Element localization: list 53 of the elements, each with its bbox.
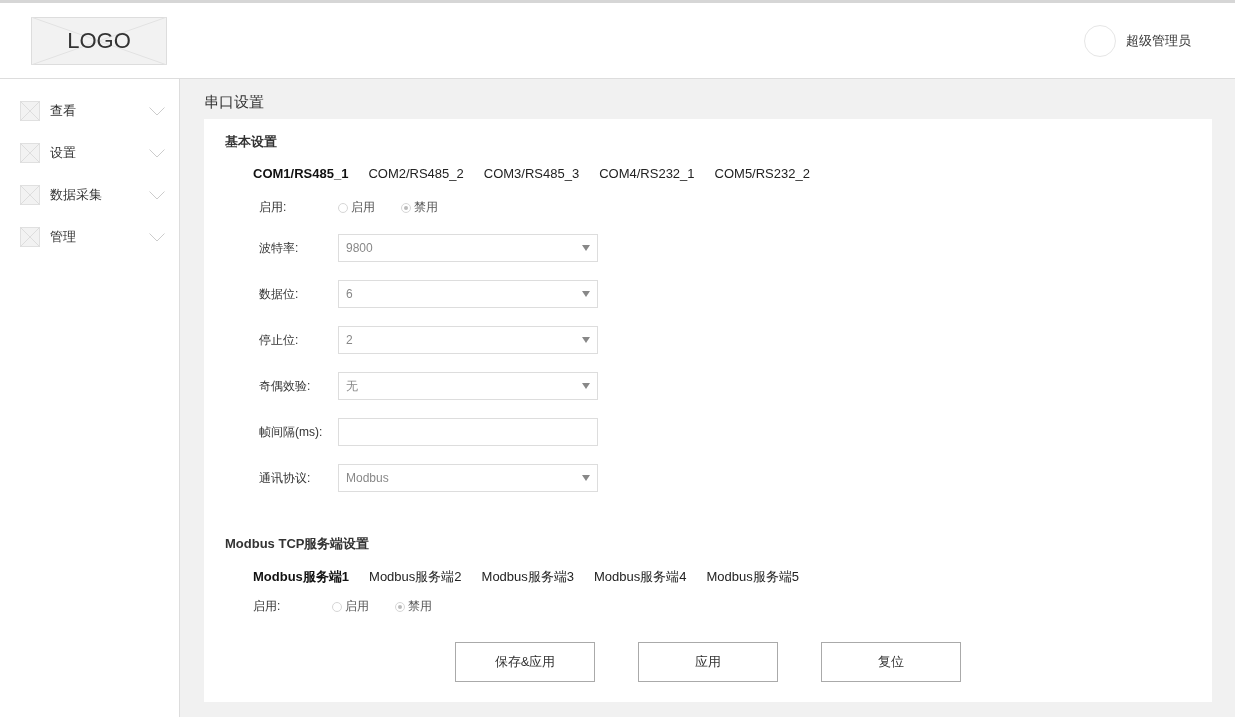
port-tab[interactable]: COM4/RS232_1: [599, 166, 695, 181]
chevron-down-icon: [149, 148, 165, 158]
page-title: 串口设置: [204, 93, 265, 112]
server-tab[interactable]: Modbus服务端3: [481, 568, 575, 586]
field-label: 奇偶效验:: [259, 377, 312, 395]
field-label: 波特率:: [259, 239, 300, 257]
section-title: Modbus TCP服务端设置: [225, 535, 371, 553]
server-tab[interactable]: Modbus服务端4: [594, 568, 687, 586]
user-name[interactable]: 超级管理员: [1126, 31, 1191, 50]
image-placeholder-icon: [20, 227, 40, 247]
logo-text: LOGO: [67, 27, 131, 54]
chevron-down-icon: [149, 106, 165, 116]
image-placeholder-icon: [20, 143, 40, 163]
dropdown-field[interactable]: 9800: [338, 234, 598, 262]
input-field[interactable]: [338, 418, 598, 446]
caret-icon: [582, 383, 590, 389]
radio-option[interactable]: 启用: [332, 598, 369, 615]
server-tab[interactable]: Modbus服务端2: [369, 568, 462, 586]
action-button[interactable]: 复位: [821, 642, 961, 682]
server-tab[interactable]: Modbus服务端5: [706, 568, 799, 586]
field-label: 数据位:: [259, 285, 300, 303]
sidebar-item[interactable]: 数据采集: [0, 174, 179, 216]
radio-option[interactable]: 禁用: [395, 598, 432, 615]
image-placeholder-icon: [20, 101, 40, 121]
dropdown-field[interactable]: 无: [338, 372, 598, 400]
section-title: 基本设置: [225, 133, 278, 151]
port-tab[interactable]: COM2/RS485_2: [368, 166, 464, 181]
chevron-down-icon: [149, 190, 165, 200]
field-label: 停止位:: [259, 331, 300, 349]
radio-option[interactable]: 启用: [338, 199, 375, 216]
sidebar-item[interactable]: 管理: [0, 216, 179, 258]
field-label: 启用:: [259, 199, 288, 216]
port-tab[interactable]: COM1/RS485_1: [253, 166, 349, 181]
server-tab[interactable]: Modbus服务端1: [253, 568, 350, 586]
port-tab[interactable]: COM5/RS232_2: [714, 166, 810, 181]
caret-icon: [582, 475, 590, 481]
image-placeholder-icon: [20, 185, 40, 205]
field-label: 通讯协议:: [259, 469, 312, 487]
port-tab[interactable]: COM3/RS485_3: [483, 166, 580, 181]
radio-option[interactable]: 禁用: [401, 199, 438, 216]
field-label: 帧间隔(ms):: [259, 423, 324, 441]
action-button[interactable]: 保存&应用: [455, 642, 595, 682]
caret-icon: [582, 337, 590, 343]
caret-icon: [582, 291, 590, 297]
chevron-down-icon: [149, 232, 165, 242]
dropdown-field[interactable]: Modbus: [338, 464, 598, 492]
caret-icon: [582, 245, 590, 251]
sidebar-item[interactable]: 设置: [0, 132, 179, 174]
sidebar-item[interactable]: 查看: [0, 90, 179, 132]
action-button[interactable]: 应用: [638, 642, 778, 682]
dropdown-field[interactable]: 2: [338, 326, 598, 354]
dropdown-field[interactable]: 6: [338, 280, 598, 308]
field-label: 启用:: [253, 598, 282, 615]
